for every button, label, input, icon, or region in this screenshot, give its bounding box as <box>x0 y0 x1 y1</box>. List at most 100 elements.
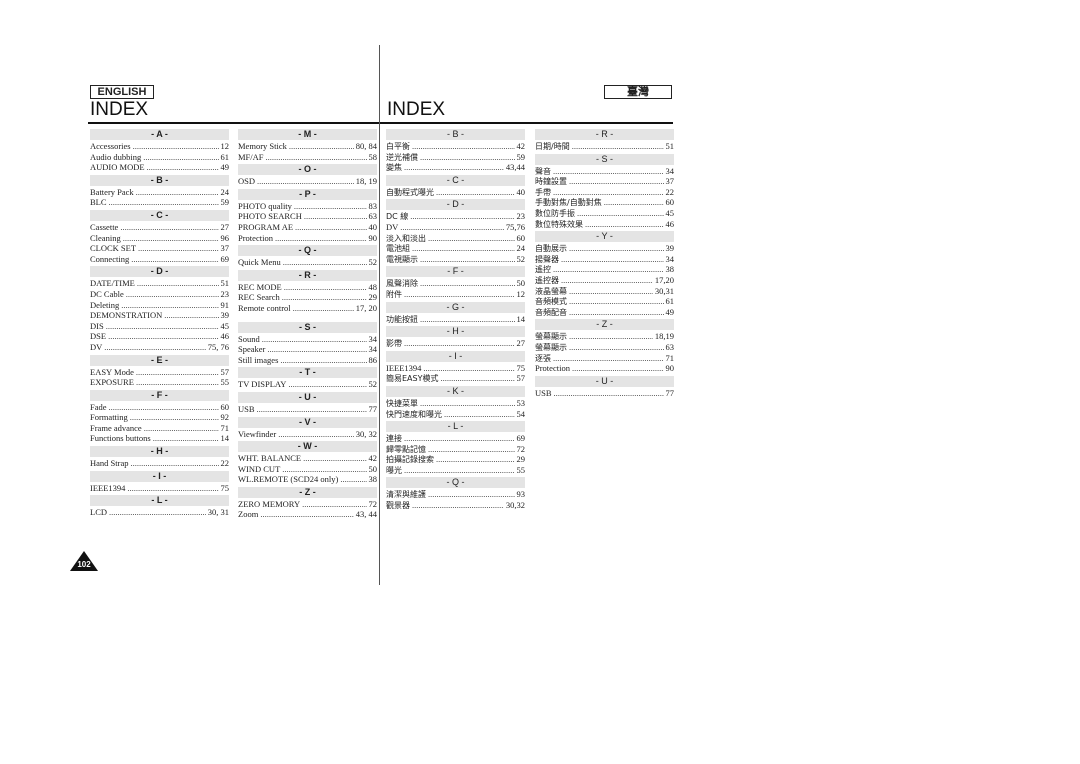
entry-term: REC Search <box>238 292 280 303</box>
entry-term: 音頻模式 <box>535 297 567 307</box>
index-entry: 功能按鈕 14 <box>386 314 525 325</box>
section-header: - V - <box>238 416 377 428</box>
dot-leader <box>404 465 515 476</box>
entry-page: 29 <box>368 292 378 303</box>
index-entry: USB 77 <box>238 404 377 415</box>
dot-leader <box>553 187 664 198</box>
entry-page: 38 <box>368 474 378 485</box>
index-entry: 電池組 24 <box>386 243 525 254</box>
entry-term: 快門速度和曝光 <box>386 409 442 419</box>
index-entry: Connecting 69 <box>90 254 229 265</box>
index-entry: 簡易EASY模式 57 <box>386 373 525 384</box>
section-header: - L - <box>386 421 525 433</box>
dot-leader <box>404 162 504 173</box>
section-header: - Z - <box>238 486 377 498</box>
entry-page: 90 <box>665 363 675 374</box>
section-header: - C - <box>386 174 525 186</box>
dot-leader <box>302 499 366 510</box>
section-header: - S - <box>535 153 674 165</box>
entry-term: PHOTO SEARCH <box>238 211 302 222</box>
entry-page: 69 <box>516 433 526 444</box>
dot-leader <box>569 307 664 318</box>
dot-leader <box>136 367 219 378</box>
index-entry: BLC 59 <box>90 197 229 208</box>
entry-page: 51 <box>665 141 675 151</box>
dot-leader <box>283 257 367 268</box>
left-header-rule <box>88 122 379 124</box>
dot-leader <box>569 331 653 342</box>
entry-page: 77 <box>368 403 378 414</box>
dot-leader <box>109 197 219 208</box>
dot-leader <box>262 334 367 345</box>
dot-leader <box>104 342 205 353</box>
entry-page: 23 <box>220 288 230 299</box>
dot-leader <box>569 243 664 254</box>
entry-term: Zoom <box>238 509 259 520</box>
dot-leader <box>143 152 218 163</box>
index-entry: USB 77 <box>535 388 674 399</box>
entry-page: 27 <box>220 221 230 232</box>
index-entry: Frame advance 71 <box>90 423 229 434</box>
index-entry: REC Search 29 <box>238 292 377 303</box>
index-entry: 自動展示39 <box>535 243 674 254</box>
dot-leader <box>120 222 218 233</box>
section-header: - R - <box>535 129 674 140</box>
section-header: - I - <box>90 470 229 482</box>
index-entry: 遙控 38 <box>535 264 674 275</box>
dot-leader <box>138 243 218 254</box>
entry-term: DV <box>90 341 103 352</box>
entry-page: 59 <box>516 151 526 162</box>
index-entry: Formatting 92 <box>90 412 229 423</box>
dot-leader <box>561 254 664 265</box>
entry-term: Remote control <box>238 302 291 313</box>
entry-term: DEMONSTRATION <box>90 310 163 321</box>
dot-leader <box>304 211 367 222</box>
entry-term: Memory Stick <box>238 141 287 151</box>
entry-page: 52 <box>516 253 526 264</box>
index-entry: OSD 18, 19 <box>238 176 377 187</box>
index-entry: Protection 90 <box>238 233 377 244</box>
entry-page: 71 <box>220 422 230 433</box>
index-entry: Deleting 91 <box>90 300 229 311</box>
entry-term: 白平衡 <box>386 142 410 151</box>
entry-page: 57 <box>516 373 526 384</box>
index-entry: ZERO MEMORY 72 <box>238 499 377 510</box>
index-column-2: - M -Memory Stick 80, 84 MF/AF 58 - O -OSD 18… <box>238 127 377 520</box>
entry-term: 附件 <box>386 289 402 299</box>
dot-leader <box>275 233 367 244</box>
entry-term: EASY Mode <box>90 366 134 377</box>
entry-term: 自動程式曝光 <box>386 187 434 197</box>
index-entry: Quick Menu 52 <box>238 257 377 268</box>
entry-page: 52 <box>368 257 378 268</box>
entry-term: Functions buttons <box>90 433 151 444</box>
index-entry: DEMONSTRATION 39 <box>90 310 229 321</box>
entry-page: 69 <box>220 253 230 264</box>
index-entry: DATE/TIME 51 <box>90 278 229 289</box>
entry-term: PHOTO quality <box>238 200 292 211</box>
dot-leader <box>284 282 367 293</box>
entry-term: 螢幕顯示 <box>535 332 567 342</box>
entry-term: Sound <box>238 333 260 344</box>
section-header: - C - <box>90 209 229 221</box>
entry-term: DV <box>386 221 399 232</box>
entry-term: REC MODE <box>238 281 282 292</box>
section-header: - U - <box>535 375 674 387</box>
entry-term: 電視顯示 <box>386 254 418 264</box>
entry-page: 45 <box>220 320 230 331</box>
dot-leader <box>410 211 514 222</box>
index-entry: TV DISPLAY 52 <box>238 379 377 390</box>
section-header: - I - <box>386 350 525 362</box>
index-entry: 風聲消除50 <box>386 278 525 289</box>
dot-leader <box>441 373 515 384</box>
entry-term: WIND CUT <box>238 463 281 474</box>
dot-leader <box>554 388 664 399</box>
index-entry: Zoom 43, 44 <box>238 509 377 520</box>
entry-page: 57 <box>220 366 230 377</box>
index-entry: Remote control 17, 20 <box>238 303 377 314</box>
section-header: - F - <box>90 389 229 401</box>
right-page-title: INDEX <box>387 99 446 120</box>
entry-term: 遙控器 <box>535 275 559 285</box>
entry-page: 14 <box>516 313 526 324</box>
entry-page: 59 <box>220 197 230 208</box>
dot-leader <box>569 342 664 353</box>
